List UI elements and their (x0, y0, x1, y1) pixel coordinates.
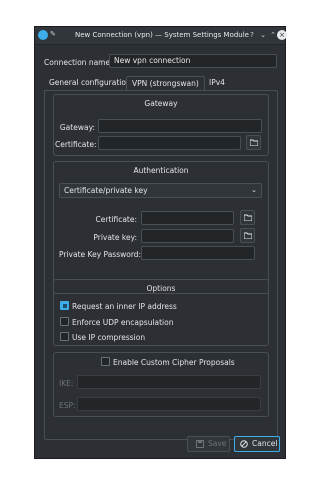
cancel-icon (240, 440, 248, 448)
close-button[interactable]: × (277, 30, 287, 40)
connection-name-label: Connection name: (44, 58, 113, 67)
pin-icon[interactable]: ✎ (50, 30, 56, 38)
authentication-group-title: Authentication (133, 166, 189, 175)
gateway-certificate-label: Certificate: (55, 140, 97, 149)
private-key-input[interactable] (141, 229, 234, 243)
minimize-button[interactable]: ⌄ (258, 30, 268, 40)
close-icon: × (279, 31, 285, 39)
request-inner-ip-checkbox[interactable] (60, 301, 69, 310)
chevron-down-icon: ⌄ (251, 186, 257, 194)
esp-label: ESP: (59, 401, 76, 410)
gateway-certificate-browse-button[interactable] (246, 135, 261, 150)
options-group-title: Options (146, 284, 176, 293)
ip-compression-checkbox[interactable] (60, 332, 69, 341)
save-button-label: Save (208, 439, 227, 448)
authentication-method-value: Certificate/private key (64, 186, 148, 195)
gateway-group-title: Gateway (144, 99, 178, 108)
cancel-button-label: Cancel (252, 439, 278, 448)
folder-icon (244, 232, 252, 239)
auth-certificate-browse-button[interactable] (240, 210, 255, 225)
gateway-input[interactable] (98, 119, 262, 133)
dialog-window: ✎ New Connection (vpn) — System Settings… (34, 26, 287, 459)
cancel-button[interactable]: Cancel (234, 436, 280, 452)
private-key-browse-button[interactable] (240, 228, 255, 243)
enable-custom-cipher-label: Enable Custom Cipher Proposals (113, 358, 235, 367)
authentication-method-select[interactable]: Certificate/private key ⌄ (59, 183, 262, 198)
gateway-label: Gateway: (59, 123, 95, 132)
private-key-password-label: Private Key Password: (59, 250, 142, 259)
ike-label: IKE: (59, 379, 74, 388)
private-key-password-input[interactable] (141, 246, 255, 260)
folder-icon (250, 139, 258, 146)
connection-name-input[interactable]: New vpn connection (109, 54, 277, 68)
window-title: New Connection (vpn) — System Settings M… (75, 31, 249, 39)
ip-compression-label: Use IP compression (72, 333, 146, 342)
titlebar: ✎ New Connection (vpn) — System Settings… (35, 27, 287, 45)
auth-certificate-label: Certificate: (95, 215, 137, 224)
private-key-label: Private key: (93, 233, 137, 242)
tab-vpn-strongswan[interactable]: VPN (strongswan) (126, 76, 205, 91)
auth-certificate-input[interactable] (141, 211, 234, 225)
save-icon (196, 440, 204, 448)
tab-ipv4[interactable]: IPv4 (204, 76, 230, 90)
folder-icon (244, 214, 252, 221)
tab-general-configuration[interactable]: General configuration (44, 76, 136, 90)
enforce-udp-label: Enforce UDP encapsulation (72, 318, 174, 327)
request-inner-ip-label: Request an inner IP address (72, 302, 177, 311)
esp-input[interactable] (77, 397, 261, 411)
help-button[interactable]: ? (247, 30, 257, 40)
enforce-udp-checkbox[interactable] (60, 317, 69, 326)
enable-custom-cipher-checkbox[interactable] (101, 357, 110, 366)
app-icon (38, 30, 48, 40)
gateway-certificate-input[interactable] (98, 136, 241, 150)
authentication-group: Authentication (53, 161, 269, 294)
save-button[interactable]: Save (187, 436, 230, 452)
ike-input[interactable] (77, 375, 261, 389)
